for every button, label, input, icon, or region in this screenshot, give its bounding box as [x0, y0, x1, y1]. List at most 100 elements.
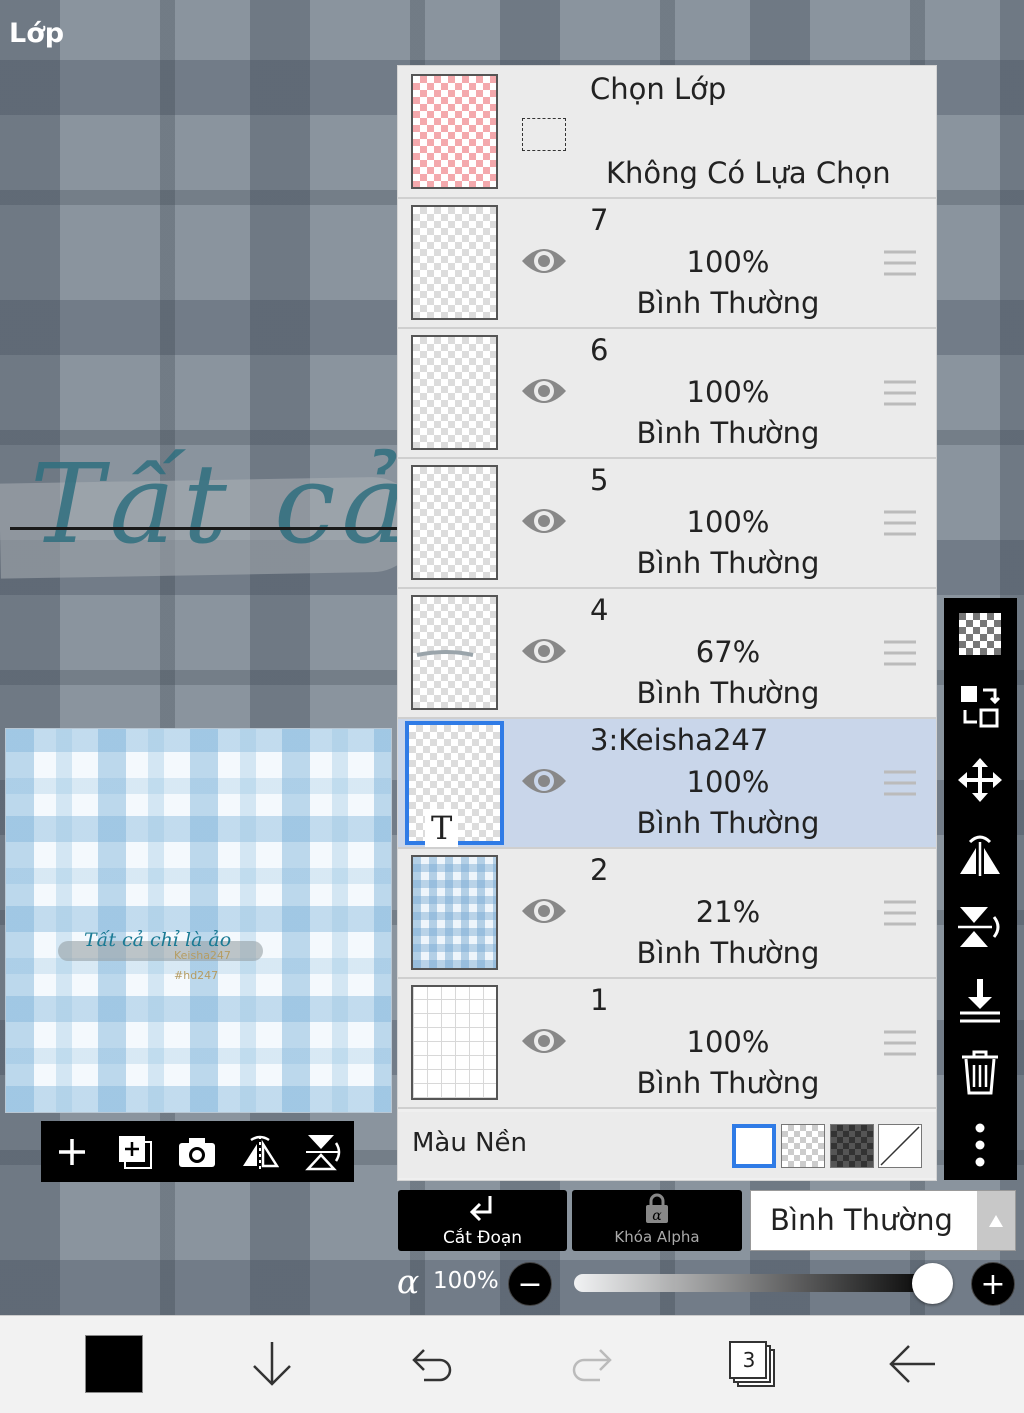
svg-text:α: α	[652, 1208, 662, 1224]
drag-handle-icon[interactable]	[883, 379, 917, 407]
clip-arrow-icon	[469, 1196, 492, 1222]
layer-name: 1	[590, 983, 609, 1017]
canvas-preview[interactable]: Tất cả chỉ là ảo Keisha247 #hd247	[5, 728, 392, 1113]
eye-icon[interactable]	[520, 1023, 568, 1059]
layer-row[interactable]: 1 100% Bình Thường	[398, 979, 936, 1109]
drag-handle-icon[interactable]	[883, 1029, 917, 1057]
add-layer-icon[interactable]	[50, 1130, 94, 1174]
layer-thumbnail: T	[405, 721, 504, 847]
eye-icon[interactable]	[520, 633, 568, 669]
layer-row[interactable]: 2 21% Bình Thường	[398, 849, 936, 979]
layer-opacity: 100%	[686, 1025, 770, 1059]
drag-handle-icon[interactable]	[883, 249, 917, 277]
drag-handle-icon[interactable]	[883, 769, 917, 797]
eye-icon[interactable]	[520, 373, 568, 409]
bg-swatch-white[interactable]	[732, 1124, 776, 1168]
layer-row[interactable]: 7 100% Bình Thường	[398, 199, 936, 329]
flip-horizontal-icon[interactable]	[956, 830, 1004, 878]
layer-blend-mode: Bình Thường	[636, 806, 820, 840]
layer-thumbnail	[411, 855, 498, 970]
opacity-increase-button[interactable]: +	[971, 1262, 1015, 1306]
move-icon[interactable]	[956, 756, 1004, 804]
layer-opacity: 100%	[686, 765, 770, 799]
color-swatch[interactable]	[84, 1334, 144, 1394]
layers-count-button[interactable]: 3	[722, 1334, 782, 1394]
opacity-slider-handle[interactable]	[912, 1263, 953, 1304]
layer-name: 4	[590, 593, 609, 627]
checker-icon[interactable]	[956, 610, 1004, 658]
selection-subtitle: Không Có Lựa Chọn	[606, 156, 891, 190]
layer-actions-toolbar	[944, 598, 1017, 1180]
layer-blend-mode: Bình Thường	[636, 546, 820, 580]
layer-blend-mode: Bình Thường	[636, 936, 820, 970]
drag-handle-icon[interactable]	[883, 509, 917, 537]
text-layer-icon: T	[425, 809, 459, 847]
preview-text-hashtag: #hd247	[174, 969, 219, 982]
trash-icon[interactable]	[956, 1048, 1004, 1096]
camera-icon[interactable]	[175, 1130, 219, 1174]
background-color-label: Màu Nền	[412, 1128, 528, 1158]
flip-vertical-icon[interactable]	[301, 1130, 345, 1174]
more-icon[interactable]	[956, 1121, 1004, 1169]
layer-panel: Chọn Lớp Không Có Lựa Chọn 7 100% Bình T…	[397, 65, 937, 1181]
flip-horizontal-icon[interactable]	[238, 1130, 282, 1174]
eye-icon[interactable]	[520, 243, 568, 279]
layer-thumbnail	[411, 335, 498, 450]
layer-row[interactable]: 6 100% Bình Thường	[398, 329, 936, 459]
marquee-icon	[522, 118, 566, 151]
down-arrow-icon[interactable]	[242, 1334, 302, 1394]
background-color-row: Màu Nền	[398, 1112, 936, 1178]
selection-thumbnail	[411, 74, 498, 189]
merge-down-icon[interactable]	[956, 976, 1004, 1024]
eye-icon[interactable]	[520, 503, 568, 539]
layer-name: 5	[590, 463, 609, 497]
opacity-slider[interactable]	[574, 1274, 939, 1292]
transform-icon[interactable]	[956, 683, 1004, 731]
layer-opacity: 67%	[695, 635, 761, 669]
eye-icon[interactable]	[520, 893, 568, 929]
layer-blend-mode: Bình Thường	[636, 286, 820, 320]
layer-thumbnail	[411, 465, 498, 580]
layer-row[interactable]: 5 100% Bình Thường	[398, 459, 936, 589]
layer-opacity: 100%	[686, 375, 770, 409]
blend-mode-value: Bình Thường	[770, 1203, 953, 1237]
add-copy-icon[interactable]	[113, 1130, 157, 1174]
layer-count: 3	[742, 1348, 756, 1372]
layer-row[interactable]: 4 67% Bình Thường	[398, 589, 936, 719]
blend-mode-select[interactable]: Bình Thường	[750, 1190, 1016, 1251]
alpha-lock-button[interactable]: α Khóa Alpha	[572, 1190, 742, 1251]
clipping-button[interactable]: Cắt Đoạn	[398, 1190, 567, 1251]
layer-blend-mode: Bình Thường	[636, 416, 820, 450]
drag-handle-icon[interactable]	[883, 639, 917, 667]
opacity-decrease-button[interactable]: −	[508, 1262, 552, 1306]
undo-icon[interactable]	[402, 1334, 462, 1394]
layer-opacity: 100%	[686, 245, 770, 279]
drag-handle-icon[interactable]	[883, 899, 917, 927]
selection-layer-row[interactable]: Chọn Lớp Không Có Lựa Chọn	[398, 66, 936, 199]
back-icon[interactable]	[882, 1334, 942, 1394]
layer-blend-mode: Bình Thường	[636, 676, 820, 710]
preview-text-name: Keisha247	[174, 949, 231, 962]
layer-name: 3:Keisha247	[590, 723, 769, 757]
layer-thumbnail	[411, 595, 498, 710]
layer-thumbnail	[411, 985, 498, 1100]
lock-icon: α	[646, 1193, 668, 1224]
alpha-lock-label: Khóa Alpha	[614, 1228, 700, 1246]
layer-opacity: 21%	[695, 895, 761, 929]
bg-swatch-none[interactable]	[878, 1124, 922, 1168]
bottom-toolbar: 3	[0, 1315, 1024, 1413]
layer-blend-mode: Bình Thường	[636, 1066, 820, 1100]
layer-row-active[interactable]: T 3:Keisha247 100% Bình Thường	[398, 719, 936, 849]
bg-swatch-transparent[interactable]	[781, 1124, 825, 1168]
bg-swatch-dark[interactable]	[830, 1124, 874, 1168]
layer-name: 6	[590, 333, 609, 367]
eye-icon[interactable]	[520, 763, 568, 799]
canvas-line	[10, 527, 400, 530]
redo-icon[interactable]	[562, 1334, 622, 1394]
chevron-up-icon[interactable]	[977, 1191, 1015, 1250]
alpha-symbol: α	[397, 1262, 420, 1301]
opacity-value: 100%	[433, 1268, 499, 1294]
flip-vertical-icon[interactable]	[956, 903, 1004, 951]
page-title: Lớp	[9, 18, 65, 49]
layer-toolbar	[41, 1121, 354, 1182]
